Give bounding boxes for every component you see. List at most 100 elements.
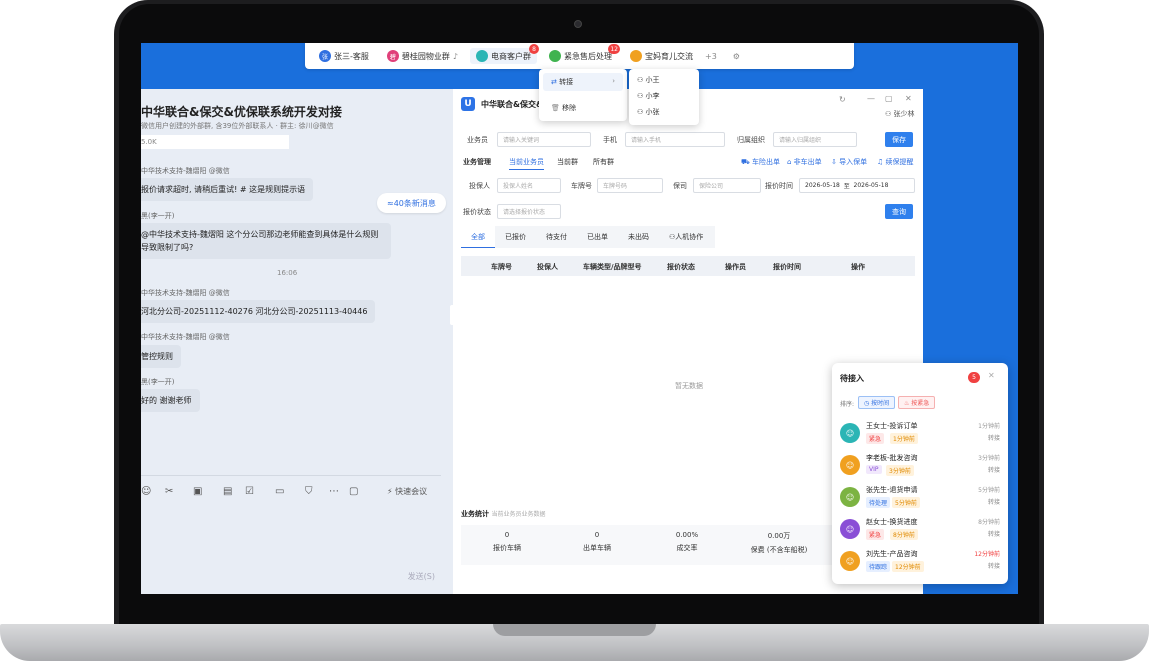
tab-no-code[interactable]: 未出码	[618, 226, 659, 248]
plate-input[interactable]: 车牌号码	[597, 178, 663, 193]
screen: 张 张三-客服 碧 碧桂园物业群 ♪ 电商客户群 8 紧急售后处理 12 宝妈育…	[141, 43, 1018, 594]
scissors-icon[interactable]: ✂	[165, 486, 173, 497]
avatar-icon: 张	[319, 50, 331, 62]
transfer-button[interactable]: 转接	[988, 497, 1000, 506]
avatar: ☺	[840, 487, 860, 507]
phone-input[interactable]: 请输入手机	[625, 132, 725, 147]
status-select[interactable]: 请选择报价状态	[497, 204, 561, 219]
priority-badge: 待处理	[866, 497, 891, 508]
salesman-input[interactable]: 请输入关键词	[497, 132, 591, 147]
wait-badge: 3分钟前	[886, 465, 914, 476]
priority-badge: 紧急	[866, 433, 885, 444]
insured-input[interactable]: 投保人姓名	[497, 178, 561, 193]
queue-title: 待接入	[840, 374, 864, 383]
quick-meeting-label: 快速会议	[395, 487, 428, 496]
insured-label: 投保人	[469, 182, 490, 190]
tab-chat-1[interactable]: 张 张三-客服	[313, 48, 375, 64]
quote-time-label: 报价时间	[765, 182, 793, 190]
salesman-label: 业务员	[467, 136, 488, 144]
screen-share-icon[interactable]: ▢	[349, 486, 358, 497]
stats-title: 业务统计 当前业务员业务数据	[461, 510, 546, 518]
query-button[interactable]: 查询	[885, 204, 913, 219]
import-policy-link[interactable]: ⇩ 导入保单	[831, 157, 867, 167]
laptop-notch	[493, 624, 656, 636]
message-bubble: @中华技术支持-魏熠阳 这个分公司那边老师能查到具体是什么规则 导致限制了吗?	[141, 223, 391, 259]
date-range-input[interactable]: 2026-05-18 至 2026-05-18	[799, 178, 915, 193]
transfer-button[interactable]: 转接	[988, 433, 1000, 442]
tab-human-ai[interactable]: ⚇ 人机协作	[659, 226, 713, 248]
message-bubble: 好的 谢谢老师	[141, 389, 200, 412]
send-button[interactable]: 发送(S)	[408, 571, 435, 582]
transfer-menu-item[interactable]: ⇄ 转接 ›	[543, 73, 623, 91]
plate-label: 车牌号	[571, 182, 592, 190]
new-messages-button[interactable]: ≈ 40条新消息	[377, 193, 446, 213]
avatar-icon	[630, 50, 642, 62]
tab-current-group[interactable]: 当前群	[557, 157, 578, 167]
empty-state: 暂无数据	[675, 382, 703, 390]
maximize-icon[interactable]: ▢	[885, 94, 893, 103]
document-icon[interactable]: ▤	[223, 486, 232, 497]
refresh-icon[interactable]: ↻	[839, 95, 846, 104]
queue-count-badge: 5	[968, 372, 980, 383]
check-icon[interactable]: ☑	[245, 486, 254, 497]
org-input[interactable]: 请输入归属组织	[773, 132, 857, 147]
queue-item[interactable]: ☺ 赵女士-换货进度 紧急 8分钟前 8分钟前 转接	[840, 517, 1004, 547]
close-icon[interactable]: ✕	[988, 371, 995, 380]
column-header: 报价状态	[667, 263, 695, 271]
message-bubble: 报价请求超时, 请稍后重试! # 这是规则提示语	[141, 178, 314, 201]
queue-item[interactable]: ☺ 张先生-退货申请 待处理 5分钟前 5分钟前 转接	[840, 485, 1004, 515]
shield-icon[interactable]: ⛉	[305, 486, 313, 497]
folder-icon[interactable]: ▭	[275, 486, 284, 497]
agent-item[interactable]: ⚇ 小李	[637, 91, 660, 101]
wait-badge: 8分钟前	[890, 529, 918, 540]
tab-chat-4[interactable]: 紧急售后处理 12	[543, 44, 620, 64]
tab-chat-3[interactable]: 电商客户群 8	[470, 44, 539, 64]
close-icon[interactable]: ✕	[905, 94, 912, 103]
image-icon[interactable]: ▣	[193, 486, 202, 497]
avatar-icon	[476, 50, 488, 62]
tab-all[interactable]: 全部	[461, 226, 495, 248]
message-composer[interactable]: ☺ ✂ ▣ ▤ ☑ ▭ ⛉ ⋯ ▢ ⚡ 快速会议 发送(S)	[141, 475, 441, 594]
transfer-button[interactable]: 转接	[988, 465, 1000, 474]
chat-title: 中华联合&保交&优保联系统开发对接	[141, 105, 342, 119]
tab-pending-pay[interactable]: 待支付	[536, 226, 577, 248]
tab-chat-2[interactable]: 碧 碧桂园物业群 ♪	[381, 48, 464, 64]
quick-meeting-button[interactable]: ⚡ 快速会议	[387, 486, 427, 497]
save-button[interactable]: 保存	[885, 132, 913, 147]
tab-business[interactable]: 业务管理	[463, 157, 491, 167]
tab-quoted[interactable]: 已报价	[495, 226, 536, 248]
queue-item[interactable]: ☺ 刘先生-产品咨询 待跟踪 12分钟前 12分钟前 转接	[840, 549, 1004, 579]
file-card[interactable]: 5.0K	[141, 135, 289, 149]
tab-label: 紧急售后处理	[564, 51, 612, 61]
tab-label: 碧桂园物业群	[401, 51, 450, 61]
gear-icon[interactable]: ⚙	[733, 52, 740, 61]
company-select[interactable]: 保险公司	[693, 178, 761, 193]
bell-icon: ♪	[452, 51, 458, 61]
renewal-link[interactable]: ♫ 续保提醒	[877, 157, 914, 167]
tab-current-agent[interactable]: 当前业务员	[509, 157, 544, 170]
tab-all-groups[interactable]: 所有群	[593, 157, 614, 167]
transfer-button[interactable]: 转接	[988, 529, 1000, 538]
message-sender: 黑(李一开)	[141, 212, 175, 220]
emoji-icon[interactable]: ☺	[141, 486, 151, 497]
queue-item[interactable]: ☺ 李老板-批发咨询 VIP 3分钟前 3分钟前 转接	[840, 453, 1004, 483]
car-policy-link[interactable]: ⛟ 车险出单	[741, 157, 780, 167]
status-tabs: 全部 已报价 待支付 已出单 未出码 ⚇ 人机协作	[461, 226, 715, 248]
sort-urgent-button[interactable]: ♨ 按紧急	[898, 396, 936, 409]
user-name: 张少林	[893, 110, 915, 118]
user-menu[interactable]: ⚇ 张少林	[885, 109, 915, 119]
queue-item[interactable]: ☺ 王女士-投诉订单 紧急 1分钟前 1分钟前 转接	[840, 421, 1004, 451]
agent-item[interactable]: ⚇ 小张	[637, 107, 660, 117]
sort-time-button[interactable]: ◷ 按时间	[858, 396, 896, 409]
transfer-button[interactable]: 转接	[988, 561, 1000, 570]
message-bubble: 管控规则	[141, 345, 181, 368]
tab-chat-5[interactable]: 宝妈育儿交流	[624, 48, 699, 64]
more-tabs-button[interactable]: +3	[705, 52, 717, 61]
agent-item[interactable]: ⚇ 小王	[637, 75, 660, 85]
minimize-icon[interactable]: —	[867, 94, 875, 103]
avatar: ☺	[840, 551, 860, 571]
remove-menu-item[interactable]: 🗑 移除	[543, 99, 623, 117]
tab-issued[interactable]: 已出单	[577, 226, 618, 248]
noncar-policy-link[interactable]: ⌂ 非车出单	[787, 157, 822, 167]
more-icon[interactable]: ⋯	[329, 486, 339, 497]
